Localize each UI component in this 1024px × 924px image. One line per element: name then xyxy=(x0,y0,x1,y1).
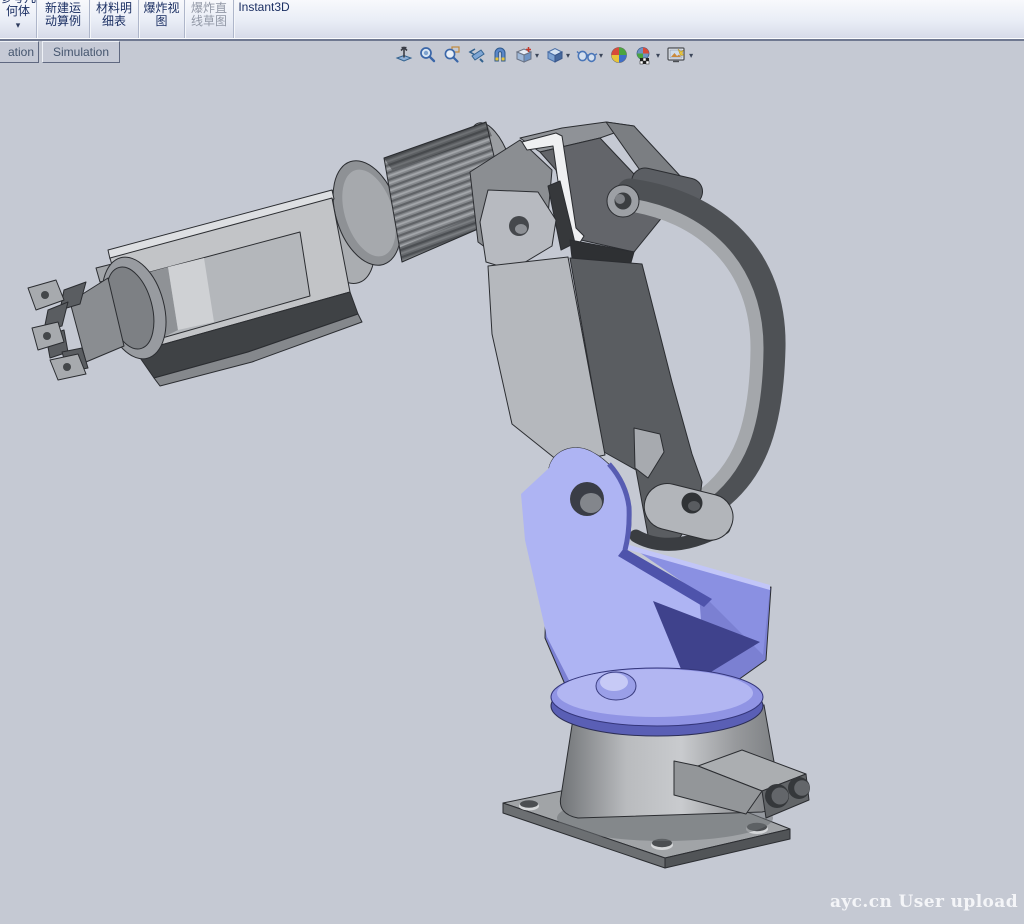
hide-show-items-button[interactable]: ▾ xyxy=(575,44,606,66)
base-collar[interactable] xyxy=(551,668,763,736)
zoom-to-area-icon xyxy=(442,45,462,65)
button-label-line: 线草图 xyxy=(191,15,227,28)
viewport-3d[interactable] xyxy=(0,41,1024,924)
zoom-in-out-icon xyxy=(418,45,438,65)
exploded-view-button[interactable]: 爆炸视 图 xyxy=(139,0,184,38)
zoom-to-fit-icon xyxy=(394,45,414,65)
button-label-line: 动算例 xyxy=(45,15,81,28)
checker-flag xyxy=(640,58,649,64)
dropdown-caret-icon: ▾ xyxy=(599,51,603,60)
previous-view-button[interactable] xyxy=(465,44,487,66)
apply-scene-button[interactable]: ▾ xyxy=(632,44,663,66)
button-label-line: Instant3D xyxy=(238,1,289,14)
edit-appearance-button[interactable] xyxy=(608,44,630,66)
dropdown-caret-icon: ▾ xyxy=(689,51,693,60)
tab-animation[interactable]: ation xyxy=(0,41,39,63)
zoom-in-out-button[interactable] xyxy=(417,44,439,66)
command-toolbar: 参考几 何体 ▾ 新建运 动算例 材料明 细表 爆炸视 图 爆炸直 线草图 In… xyxy=(0,0,1024,39)
tab-label: Simulation xyxy=(53,45,109,59)
instant3d-button[interactable]: Instant3D xyxy=(234,0,294,38)
forearm-link[interactable] xyxy=(28,117,524,386)
previous-view-icon xyxy=(466,45,486,65)
elbow-clevis xyxy=(480,190,556,270)
dropdown-caret-icon: ▾ xyxy=(535,51,539,60)
new-motion-study-button[interactable]: 新建运 动算例 xyxy=(37,0,89,38)
display-style-icon xyxy=(545,45,565,65)
collar-dome xyxy=(596,672,636,700)
display-style-button[interactable]: ▾ xyxy=(544,44,573,66)
commandmanager-tabs: ation Simulation xyxy=(0,41,120,63)
robot-arm-model xyxy=(0,41,1024,924)
section-view-button[interactable] xyxy=(489,44,511,66)
button-label-line: 图 xyxy=(155,15,167,28)
apply-scene-icon xyxy=(633,45,655,65)
dropdown-caret-icon: ▾ xyxy=(656,51,660,60)
zoom-to-area-button[interactable] xyxy=(441,44,463,66)
bill-of-materials-button[interactable]: 材料明 细表 xyxy=(90,0,138,38)
flyout-caret-icon: ▾ xyxy=(16,21,21,30)
view-settings-button[interactable]: ▾ xyxy=(665,44,696,66)
view-orientation-icon xyxy=(514,45,534,65)
heads-up-view-toolbar: ▾ ▾ ▾ xyxy=(392,44,697,66)
button-label-line: 何体 xyxy=(6,5,30,18)
tab-simulation[interactable]: Simulation xyxy=(42,41,120,63)
view-orientation-button[interactable]: ▾ xyxy=(513,44,542,66)
link-eye xyxy=(607,185,639,217)
hide-show-items-icon xyxy=(576,45,598,65)
explode-line-sketch-button[interactable]: 爆炸直 线草图 xyxy=(185,0,233,38)
watermark-text: ayc.cn User upload xyxy=(830,892,1018,912)
edit-appearance-icon xyxy=(609,45,629,65)
zoom-to-fit-button[interactable] xyxy=(393,44,415,66)
dropdown-caret-icon: ▾ xyxy=(566,51,570,60)
section-view-icon xyxy=(490,45,510,65)
bracket-hole xyxy=(570,482,604,516)
view-settings-icon xyxy=(666,45,688,65)
button-label-line: 细表 xyxy=(102,15,126,28)
tab-label: ation xyxy=(8,45,34,59)
reference-geometry-button[interactable]: 参考几 何体 ▾ xyxy=(0,0,36,38)
